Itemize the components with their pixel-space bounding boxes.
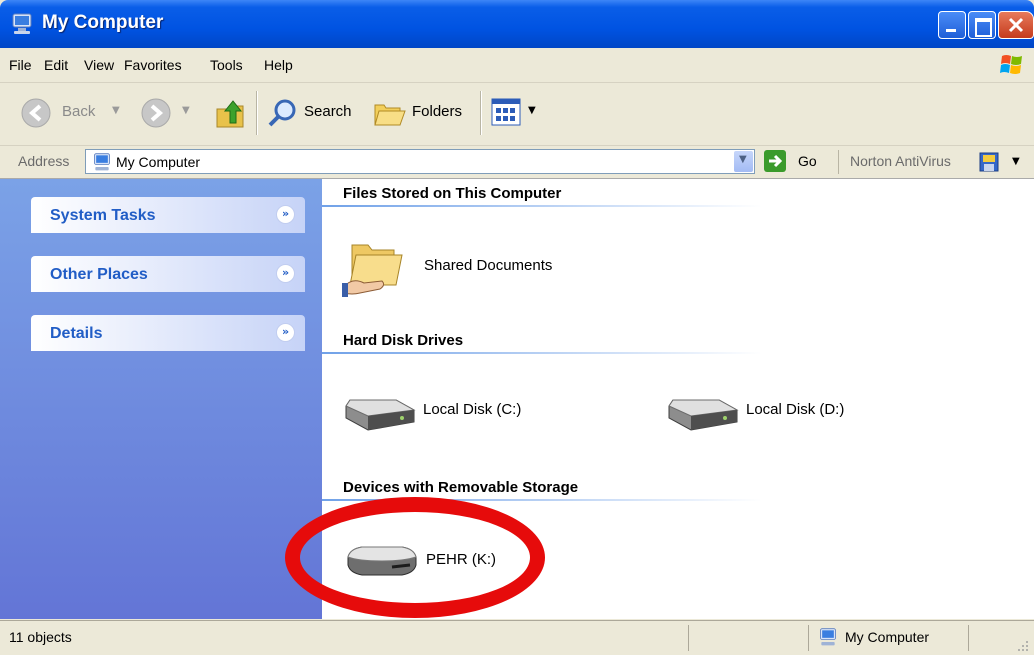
menu-tools[interactable]: Tools	[210, 57, 243, 73]
back-arrow-icon	[21, 98, 51, 128]
menu-view[interactable]: View	[84, 57, 114, 73]
folders-button[interactable]: Folders	[372, 95, 472, 131]
shared-documents-item[interactable]: Shared Documents	[342, 237, 582, 301]
minimize-icon	[946, 29, 956, 32]
status-divider	[968, 625, 969, 651]
menu-favorites[interactable]: Favorites	[124, 57, 182, 73]
toolbar: Back ▼ ▼ Search Folders ▼	[0, 83, 1034, 146]
group-heading: Devices with Removable Storage	[343, 479, 579, 496]
search-button[interactable]: Search	[266, 95, 362, 131]
title-bar[interactable]: My Computer	[0, 0, 1034, 48]
toolbar-separator	[256, 91, 258, 135]
expand-chevron-icon[interactable]: »	[276, 264, 295, 283]
hard-drive-icon	[345, 399, 416, 431]
expand-chevron-icon[interactable]: »	[276, 323, 295, 342]
resize-grip-icon[interactable]	[1016, 639, 1030, 653]
window-title: My Computer	[42, 12, 164, 33]
group-heading: Files Stored on This Computer	[343, 185, 562, 202]
address-separator	[838, 150, 839, 174]
panel-title: System Tasks	[50, 207, 156, 224]
forward-button[interactable]: ▼	[140, 95, 200, 131]
minimize-button[interactable]	[938, 11, 966, 39]
maximize-icon	[975, 18, 992, 37]
close-button[interactable]	[998, 11, 1034, 39]
item-label: Local Disk (D:)	[746, 401, 845, 418]
group-divider	[322, 205, 762, 207]
back-button[interactable]: Back ▼	[20, 95, 135, 131]
address-bar: Address My Computer ▼ Go Norton AntiViru…	[0, 146, 1034, 179]
local-disk-d-item[interactable]: Local Disk (D:)	[667, 386, 897, 438]
group-heading: Hard Disk Drives	[343, 332, 464, 349]
menu-bar: File Edit View Favorites Tools Help	[0, 48, 1034, 83]
status-location: My Computer	[845, 629, 930, 645]
close-icon	[1008, 17, 1024, 33]
my-computer-icon	[820, 628, 836, 646]
go-arrow-icon	[769, 154, 783, 168]
status-bar: 11 objects My Computer	[0, 620, 1034, 655]
views-icon	[491, 98, 521, 126]
object-count: 11 objects	[9, 629, 72, 645]
item-label: Shared Documents	[424, 257, 553, 274]
menu-file[interactable]: File	[9, 57, 32, 73]
go-label[interactable]: Go	[798, 153, 817, 169]
panel-title: Details	[50, 325, 103, 342]
folders-icon	[374, 104, 406, 126]
my-computer-icon	[94, 153, 110, 171]
norton-dropdown-icon[interactable]: ▼	[1012, 156, 1020, 167]
item-label: Local Disk (C:)	[423, 401, 522, 418]
highlight-oval-annotation	[285, 497, 545, 618]
forward-arrow-icon	[141, 98, 171, 128]
group-divider	[322, 352, 762, 354]
other-places-panel[interactable]: Other Places »	[31, 256, 305, 292]
forward-dropdown-icon: ▼	[182, 105, 190, 116]
menu-help[interactable]: Help	[264, 57, 293, 73]
folders-label: Folders	[412, 103, 463, 120]
norton-antivirus-icon[interactable]	[978, 151, 1000, 173]
status-divider	[808, 625, 809, 651]
address-label: Address	[18, 153, 70, 169]
panel-title: Other Places	[50, 266, 148, 283]
address-dropdown-button[interactable]: ▼	[734, 151, 753, 172]
toolbar-separator	[480, 91, 482, 135]
up-folder-button[interactable]	[213, 95, 247, 131]
local-disk-c-item[interactable]: Local Disk (C:)	[344, 386, 574, 438]
views-dropdown-icon: ▼	[528, 105, 536, 116]
hard-drive-icon	[668, 399, 739, 431]
search-label: Search	[304, 103, 352, 120]
explorer-window: My Computer File Edit View Favorites Too…	[0, 0, 1034, 655]
address-value: My Computer	[116, 154, 201, 170]
status-divider	[688, 625, 689, 651]
go-button[interactable]	[764, 150, 786, 172]
windows-logo-icon	[1000, 55, 1022, 74]
expand-chevron-icon[interactable]: »	[276, 205, 295, 224]
address-field[interactable]: My Computer ▼	[85, 149, 755, 174]
views-button[interactable]: ▼	[490, 97, 540, 129]
details-panel[interactable]: Details »	[31, 315, 305, 351]
chevron-down-icon: ▼	[739, 154, 747, 165]
back-dropdown-icon: ▼	[112, 105, 120, 116]
norton-antivirus-label[interactable]: Norton AntiVirus	[850, 153, 951, 169]
maximize-button[interactable]	[968, 11, 996, 39]
back-label: Back	[62, 103, 96, 120]
shared-folder-icon	[342, 244, 403, 297]
my-computer-icon	[12, 13, 32, 34]
search-icon	[268, 99, 296, 127]
system-tasks-panel[interactable]: System Tasks »	[31, 197, 305, 233]
menu-edit[interactable]: Edit	[44, 57, 68, 73]
task-pane: System Tasks » Other Places » Details »	[0, 179, 322, 619]
